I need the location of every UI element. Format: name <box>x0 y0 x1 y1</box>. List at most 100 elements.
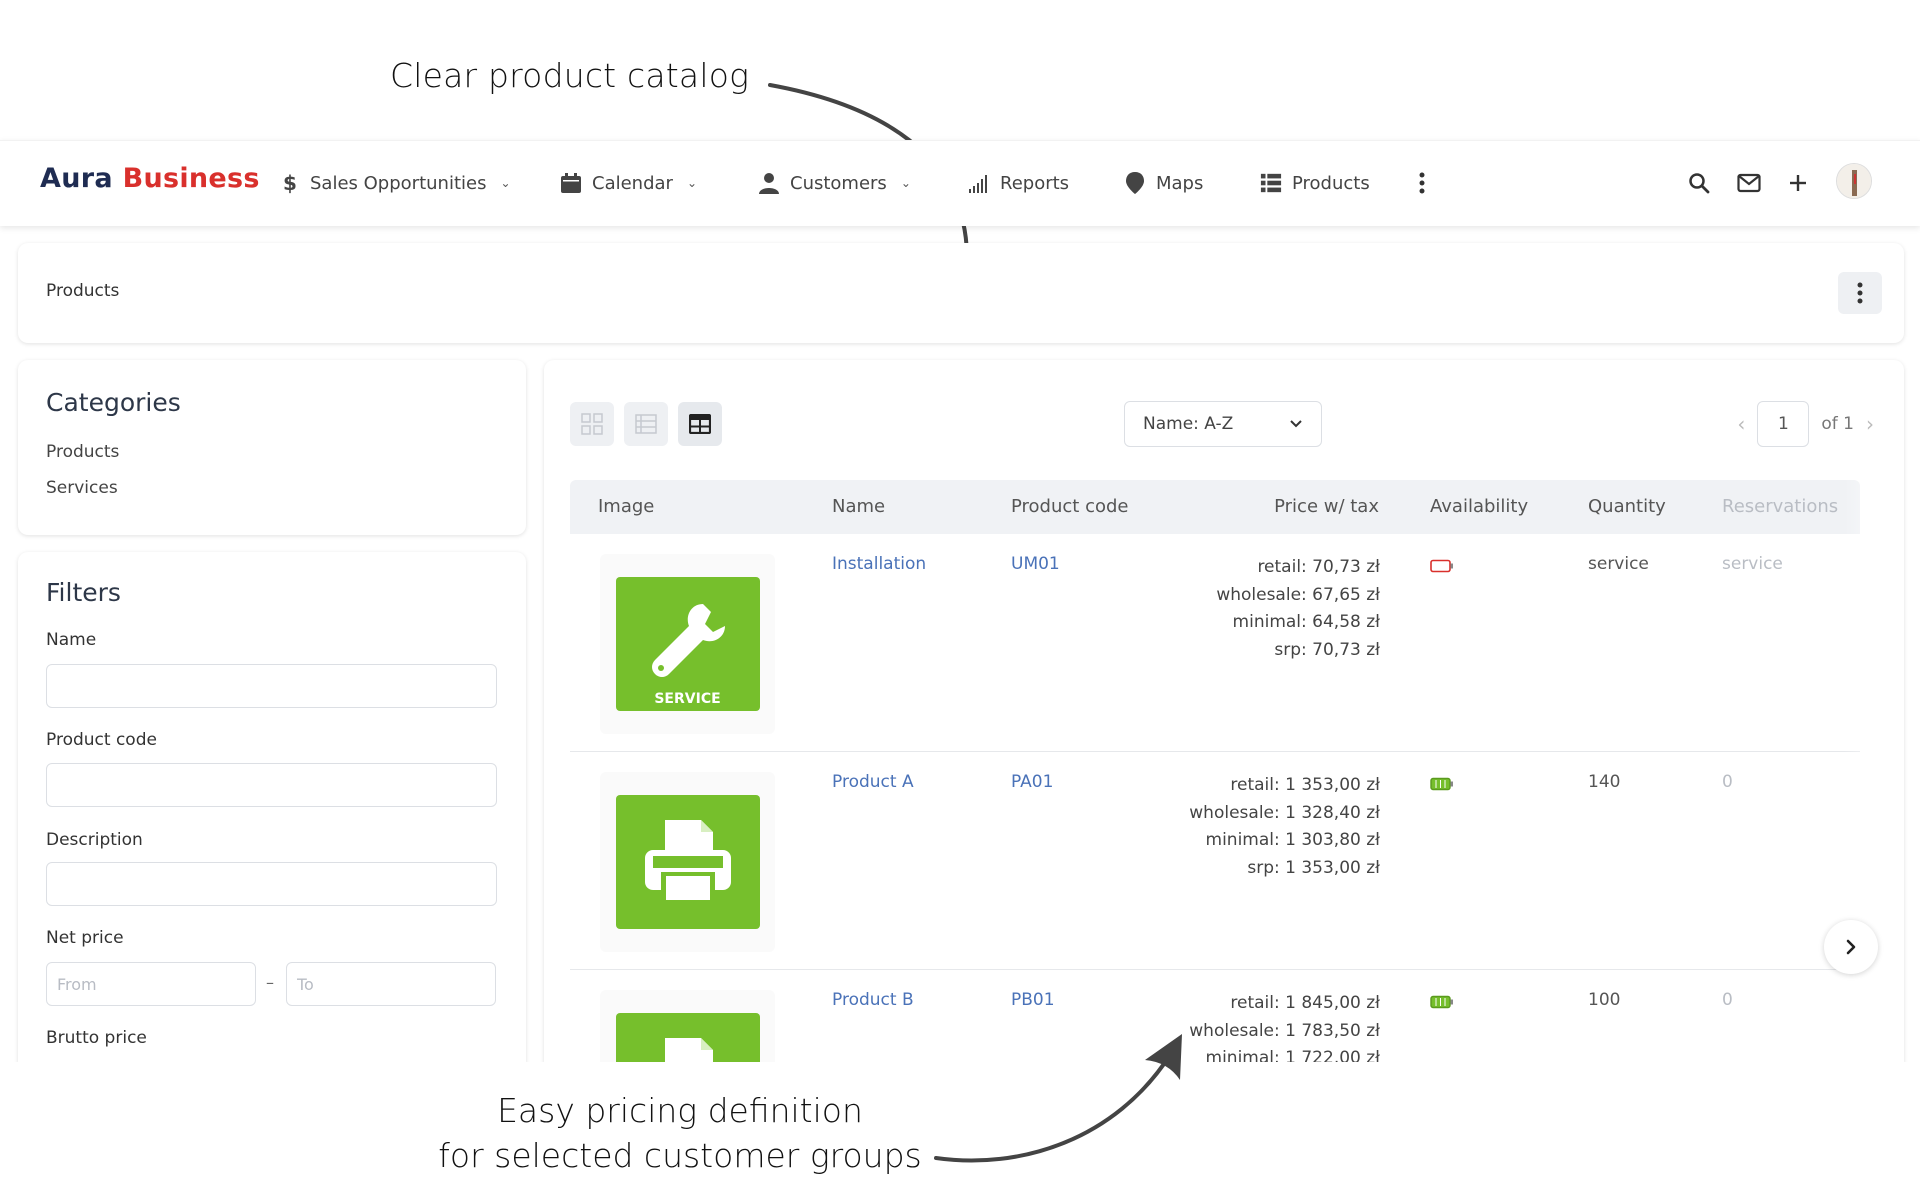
col-header-name[interactable]: Name <box>832 496 885 517</box>
col-header-availability[interactable]: Availability <box>1430 496 1528 517</box>
nav-label: Maps <box>1156 172 1204 194</box>
search-icon[interactable] <box>1685 169 1713 197</box>
screenshot-stage: Clear product catalog Aura Business $ Sa… <box>0 0 1920 1200</box>
price-wholesale: wholesale: 1 328,40 zł <box>1189 802 1380 823</box>
reservations-value: service <box>1722 554 1783 574</box>
list-icon <box>1260 172 1282 194</box>
filter-brutto-price-label: Brutto price <box>46 1028 147 1048</box>
nav-label: Reports <box>1000 172 1070 194</box>
filter-net-price-to[interactable] <box>286 962 496 1006</box>
annotation-arrow-bottom <box>934 1034 1182 1163</box>
filter-description-input[interactable] <box>46 862 497 906</box>
product-name-link[interactable]: Installation <box>832 554 926 574</box>
grid-icon <box>581 413 603 435</box>
table-icon <box>689 414 711 434</box>
annotation-bottom: Easy pricing definition for selected cus… <box>420 1088 940 1178</box>
avatar[interactable] <box>1836 163 1872 199</box>
price-wholesale: wholesale: 67,65 zł <box>1216 584 1380 605</box>
filter-name-input[interactable] <box>46 664 497 708</box>
nav-label: Calendar <box>592 172 673 194</box>
table-row[interactable]: Product A PA01 retail: 1 353,00 zł whole… <box>570 752 1860 970</box>
col-header-price[interactable]: Price w/ tax <box>1274 496 1379 517</box>
more-vertical-icon <box>1857 282 1863 304</box>
table-row[interactable]: SERVICE Installation UM01 retail: 70,73 … <box>570 534 1860 752</box>
battery-full-icon <box>1430 776 1454 795</box>
price-list: retail: 1 845,00 zł wholesale: 1 783,50 … <box>1189 990 1380 1072</box>
product-thumbnail[interactable]: SERVICE <box>600 554 775 734</box>
nav-label: Customers <box>790 172 887 194</box>
table-header: Image Name Product code Price w/ tax Ava… <box>570 480 1860 534</box>
person-icon <box>758 172 780 194</box>
category-link-services[interactable]: Services <box>46 478 118 498</box>
brand-name-part1: Aura <box>40 163 113 194</box>
nav-item-reports[interactable]: Reports <box>968 169 1069 197</box>
nav-item-customers[interactable]: Customers ⌄ <box>758 169 911 197</box>
filter-description-label: Description <box>46 830 143 850</box>
grid-view-button[interactable] <box>570 402 614 446</box>
more-vertical-icon[interactable] <box>1408 169 1436 197</box>
chevron-down-icon: ⌄ <box>900 176 911 190</box>
category-link-products[interactable]: Products <box>46 442 119 462</box>
nav-item-sales-opportunities[interactable]: $ Sales Opportunities ⌄ <box>278 169 511 197</box>
filters-heading: Filters <box>46 578 121 607</box>
table-scroll-right-button[interactable] <box>1824 920 1878 974</box>
price-srp: srp: 70,73 zł <box>1274 639 1380 660</box>
svg-text:$: $ <box>283 172 297 194</box>
filter-net-price-label: Net price <box>46 928 124 948</box>
quantity-value: service <box>1588 554 1649 574</box>
filter-code-input[interactable] <box>46 763 497 807</box>
product-code-link[interactable]: UM01 <box>1011 554 1060 574</box>
breadcrumb-card: Products <box>18 243 1904 343</box>
nav-label: Products <box>1292 172 1370 194</box>
product-name-link[interactable]: Product B <box>832 990 914 1010</box>
list-view-button[interactable] <box>624 402 668 446</box>
product-thumbnail[interactable] <box>600 772 775 952</box>
mail-icon[interactable] <box>1735 169 1763 197</box>
reservations-value: 0 <box>1722 990 1733 1010</box>
price-srp: srp: 1 353,00 zł <box>1247 857 1380 878</box>
annotation-top: Clear product catalog <box>390 56 750 95</box>
nav-item-maps[interactable]: Maps <box>1124 169 1203 197</box>
product-code-link[interactable]: PB01 <box>1011 990 1055 1010</box>
products-table: Image Name Product code Price w/ tax Ava… <box>570 480 1860 1072</box>
col-header-reservations[interactable]: Reservations <box>1722 496 1838 517</box>
brand-logo[interactable]: Aura Business <box>40 163 260 194</box>
plus-icon[interactable] <box>1784 169 1812 197</box>
printer-icon <box>615 795 760 929</box>
map-pin-icon <box>1124 172 1146 194</box>
prev-page-icon[interactable]: ‹ <box>1737 412 1745 436</box>
annotation-bottom-line1: Easy pricing definition <box>497 1091 863 1130</box>
categories-heading: Categories <box>46 388 181 417</box>
price-minimal: minimal: 64,58 zł <box>1232 612 1380 632</box>
filters-card: Filters Name Product code Description Ne… <box>18 552 526 1072</box>
sort-select[interactable]: Name: A-Z <box>1124 401 1322 447</box>
table-row[interactable]: Product B PB01 retail: 1 845,00 zł whole… <box>570 970 1860 1072</box>
nav-label: Sales Opportunities <box>310 172 487 194</box>
filter-net-price-from[interactable] <box>46 962 256 1006</box>
product-thumbnail[interactable] <box>600 990 775 1072</box>
bar-chart-icon <box>968 172 990 194</box>
battery-full-icon <box>1430 994 1454 1013</box>
col-header-product-code[interactable]: Product code <box>1011 496 1128 517</box>
page-menu-button[interactable] <box>1838 272 1882 314</box>
quantity-value: 100 <box>1588 990 1621 1010</box>
page-number-input[interactable]: 1 <box>1757 401 1810 447</box>
battery-empty-icon <box>1430 558 1454 577</box>
sort-value: Name: A-Z <box>1143 414 1234 434</box>
product-name-link[interactable]: Product A <box>832 772 914 792</box>
col-header-quantity[interactable]: Quantity <box>1588 496 1666 517</box>
chevron-down-icon <box>1290 420 1302 428</box>
price-retail: retail: 1 353,00 zł <box>1230 775 1380 795</box>
page-total: of 1 <box>1821 414 1854 434</box>
price-list: retail: 70,73 zł wholesale: 67,65 zł min… <box>1216 554 1380 664</box>
price-retail: retail: 1 845,00 zł <box>1230 993 1380 1013</box>
next-page-icon[interactable]: › <box>1866 412 1874 436</box>
range-dash: – <box>266 973 274 992</box>
chevron-right-icon <box>1846 939 1856 955</box>
chevron-down-icon: ⌄ <box>686 176 698 190</box>
nav-item-products[interactable]: Products <box>1260 169 1370 197</box>
table-view-button[interactable] <box>678 402 722 446</box>
reservations-value: 0 <box>1722 772 1733 792</box>
nav-item-calendar[interactable]: Calendar ⌄ <box>560 169 697 197</box>
product-code-link[interactable]: PA01 <box>1011 772 1053 792</box>
